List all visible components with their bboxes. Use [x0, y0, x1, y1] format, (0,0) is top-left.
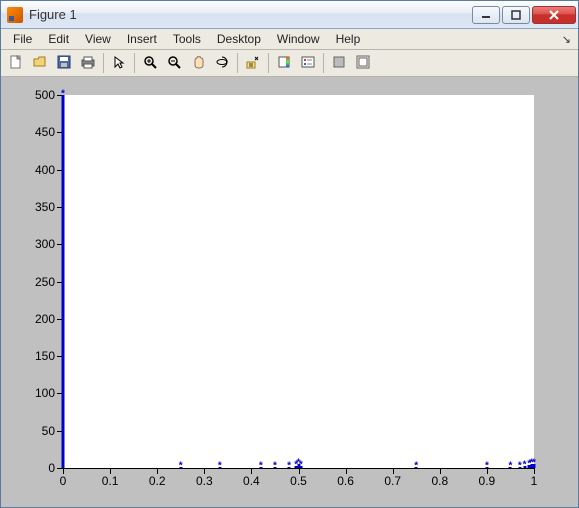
data-cursor-icon: [246, 55, 260, 72]
x-tick-label: 0.7: [384, 474, 401, 488]
menu-view[interactable]: View: [77, 30, 119, 48]
zoom-out-icon: [167, 55, 181, 72]
y-tick-label: 100: [35, 386, 55, 400]
figure-client-area: 0 50 100 150 200 250 300 350 400 450 500 0 0.1 0.2 0.3…: [1, 77, 578, 507]
zoom-out-button[interactable]: [163, 52, 185, 74]
y-tick-label: 50: [42, 424, 55, 438]
x-tick-label: 0.4: [243, 474, 260, 488]
zoom-in-icon: [143, 55, 157, 72]
y-tick-label: 500: [35, 88, 55, 102]
hide-plot-tools-button[interactable]: [328, 52, 350, 74]
stem-line: [62, 95, 65, 468]
y-tick-label: 200: [35, 312, 55, 326]
menu-tools[interactable]: Tools: [165, 30, 209, 48]
x-tick-label: 0.8: [431, 474, 448, 488]
axes[interactable]: 05010015020025030035040045050000.10.20.3…: [62, 95, 534, 469]
pan-button[interactable]: [187, 52, 209, 74]
pan-icon: [191, 55, 205, 72]
minimize-button[interactable]: [472, 6, 500, 24]
close-button[interactable]: [532, 6, 576, 24]
figure-window: Figure 1 File Edit View Insert Tools Des…: [0, 0, 579, 508]
legend-icon: [301, 55, 315, 72]
y-tick-label: 450: [35, 125, 55, 139]
stem-marker: *: [297, 462, 304, 469]
show-plot-tools-button[interactable]: [352, 52, 374, 74]
maximize-button[interactable]: [502, 6, 530, 24]
x-tick-label: 0.2: [149, 474, 166, 488]
print-icon: [81, 55, 95, 72]
zoom-in-button[interactable]: [139, 52, 161, 74]
menu-file[interactable]: File: [5, 30, 40, 48]
insert-colorbar-button[interactable]: [273, 52, 295, 74]
stem-marker: *: [60, 92, 67, 99]
stem-marker: *: [216, 463, 223, 470]
y-tick-label: 0: [48, 461, 55, 475]
stem-marker: *: [413, 463, 420, 470]
stem-marker: *: [286, 463, 293, 470]
x-tick-label: 1: [531, 474, 538, 488]
x-tick-label: 0.1: [102, 474, 119, 488]
x-tick-label: 0.3: [196, 474, 213, 488]
insert-legend-button[interactable]: [297, 52, 319, 74]
menu-desktop[interactable]: Desktop: [209, 30, 269, 48]
menu-help[interactable]: Help: [328, 30, 369, 48]
stem-marker: *: [507, 463, 514, 470]
rotate-3d-button[interactable]: [211, 52, 233, 74]
hide-tools-icon: [332, 55, 346, 72]
y-tick-label: 350: [35, 200, 55, 214]
x-tick-label: 0.9: [479, 474, 496, 488]
stem-marker: *: [483, 463, 490, 470]
menu-insert[interactable]: Insert: [119, 30, 165, 48]
open-icon: [33, 55, 47, 72]
stem-marker: *: [531, 460, 538, 467]
data-cursor-button[interactable]: [242, 52, 264, 74]
x-tick-label: 0: [60, 474, 67, 488]
new-icon: [9, 55, 23, 72]
rotate-3d-icon: [215, 55, 229, 72]
print-button[interactable]: [77, 52, 99, 74]
titlebar[interactable]: Figure 1: [1, 1, 578, 29]
show-tools-icon: [356, 55, 370, 72]
x-tick-label: 0.6: [337, 474, 354, 488]
matlab-logo-icon: [7, 7, 23, 23]
y-tick-label: 250: [35, 275, 55, 289]
pointer-icon: [112, 55, 126, 72]
y-tick-label: 150: [35, 349, 55, 363]
open-button[interactable]: [29, 52, 51, 74]
x-tick-label: 0.5: [290, 474, 307, 488]
stem-marker: *: [271, 463, 278, 470]
axes-container: 0 50 100 150 200 250 300 350 400 450 500 0 0.1 0.2 0.3…: [7, 83, 572, 501]
menu-window[interactable]: Window: [269, 30, 328, 48]
stem-marker: *: [257, 463, 264, 470]
menu-edit[interactable]: Edit: [40, 30, 77, 48]
colorbar-icon: [277, 55, 291, 72]
toolbar: [1, 50, 578, 77]
new-figure-button[interactable]: [5, 52, 27, 74]
stem-marker: *: [177, 463, 184, 470]
pointer-button[interactable]: [108, 52, 130, 74]
dock-control-icon[interactable]: ↘: [562, 33, 574, 46]
save-button[interactable]: [53, 52, 75, 74]
y-tick-label: 400: [35, 163, 55, 177]
y-tick-label: 300: [35, 237, 55, 251]
window-title: Figure 1: [29, 7, 77, 22]
menubar: File Edit View Insert Tools Desktop Wind…: [1, 29, 578, 50]
save-icon: [57, 55, 71, 72]
